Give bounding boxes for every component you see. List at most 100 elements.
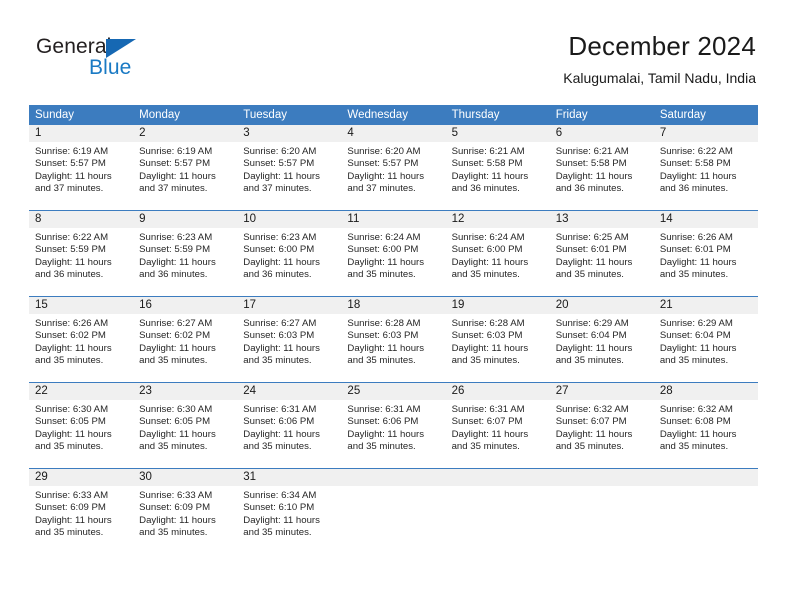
sunrise-text: Sunrise: 6:21 AM: [451, 146, 525, 157]
daylight-text: Daylight: 11 hours and 35 minutes.: [139, 514, 216, 539]
calendar-day-cell-empty: [341, 468, 446, 554]
calendar-day-cell[interactable]: 1 Sunrise: 6:19 AM Sunset: 5:57 PM Daylight…: [29, 125, 134, 211]
day-cell-details: Sunrise: 6:19 AM Sunset: 5:57 PM Daylight:…: [29, 142, 133, 196]
sunrise-text: Sunrise: 6:22 AM: [659, 146, 733, 157]
calendar-day-cell[interactable]: 23 Sunrise: 6:30 AM Sunset: 6:05 PM Dayligh…: [133, 382, 238, 469]
sunset-text: Sunset: 5:57 PM: [347, 158, 419, 170]
calendar-day-cell[interactable]: 10 Sunrise: 6:23 AM Sunset: 6:00 PM Dayligh…: [237, 210, 342, 297]
day-cell-inner: 28 Sunrise: 6:32 AM Sunset: 6:08 PM Dayligh…: [653, 383, 758, 468]
day-number: [445, 469, 550, 486]
day-cell-details: Sunrise: 6:28 AM Sunset: 6:03 PM Daylight:…: [446, 314, 550, 368]
sunset-text: Sunset: 5:59 PM: [139, 244, 211, 256]
calendar-day-cell[interactable]: 14 Sunrise: 6:26 AM Sunset: 6:01 PM Dayligh…: [653, 210, 758, 297]
sunset-text: Sunset: 6:04 PM: [555, 330, 627, 342]
day-number: 1: [29, 125, 134, 142]
day-cell-details: Sunrise: 6:31 AM Sunset: 6:07 PM Daylight:…: [446, 400, 550, 454]
daylight-text: Daylight: 11 hours and 36 minutes.: [555, 170, 633, 195]
calendar-day-cell[interactable]: 12 Sunrise: 6:24 AM Sunset: 6:00 PM Dayligh…: [445, 210, 550, 297]
day-cell-inner: 3 Sunrise: 6:20 AM Sunset: 5:57 PM Daylight…: [237, 125, 342, 210]
day-cell-details: Sunrise: 6:21 AM Sunset: 5:58 PM Daylight:…: [550, 142, 654, 196]
day-number: 10: [237, 211, 342, 228]
day-number: 4: [341, 125, 446, 142]
daylight-text: Daylight: 11 hours and 35 minutes.: [243, 514, 320, 539]
sunrise-text: Sunrise: 6:23 AM: [243, 232, 317, 243]
day-cell-inner: 16 Sunrise: 6:27 AM Sunset: 6:02 PM Dayligh…: [133, 297, 238, 382]
calendar-day-cell[interactable]: 19 Sunrise: 6:28 AM Sunset: 6:03 PM Dayligh…: [445, 296, 550, 383]
calendar-day-cell[interactable]: 17 Sunrise: 6:27 AM Sunset: 6:03 PM Dayligh…: [237, 296, 342, 383]
calendar-day-cell[interactable]: 3 Sunrise: 6:20 AM Sunset: 5:57 PM Daylight…: [237, 125, 342, 211]
sunset-text: Sunset: 6:06 PM: [243, 416, 315, 428]
day-cell-inner: 14 Sunrise: 6:26 AM Sunset: 6:01 PM Dayligh…: [653, 211, 758, 296]
day-cell-details: Sunrise: 6:27 AM Sunset: 6:02 PM Daylight:…: [133, 314, 237, 368]
calendar-day-cell[interactable]: 29 Sunrise: 6:33 AM Sunset: 6:09 PM Dayligh…: [29, 468, 134, 554]
day-cell-inner: 26 Sunrise: 6:31 AM Sunset: 6:07 PM Dayligh…: [445, 383, 550, 468]
sunset-text: Sunset: 5:57 PM: [139, 158, 211, 170]
calendar-day-cell[interactable]: 27 Sunrise: 6:32 AM Sunset: 6:07 PM Dayligh…: [549, 382, 654, 469]
sunset-text: Sunset: 6:02 PM: [35, 330, 106, 342]
logo-text-general: General: [36, 35, 112, 58]
calendar-day-cell[interactable]: 30 Sunrise: 6:33 AM Sunset: 6:09 PM Dayligh…: [133, 468, 238, 554]
calendar-day-cell[interactable]: 6 Sunrise: 6:21 AM Sunset: 5:58 PM Daylight…: [549, 125, 654, 211]
day-number: [549, 469, 654, 486]
sunset-text: Sunset: 6:03 PM: [451, 330, 523, 342]
calendar-week-row: 29 Sunrise: 6:33 AM Sunset: 6:09 PM Dayligh…: [29, 468, 758, 554]
calendar-day-cell[interactable]: 21 Sunrise: 6:29 AM Sunset: 6:04 PM Dayligh…: [653, 296, 758, 383]
day-cell-details: Sunrise: 6:28 AM Sunset: 6:03 PM Daylight:…: [341, 314, 445, 368]
calendar-day-cell[interactable]: 15 Sunrise: 6:26 AM Sunset: 6:02 PM Dayligh…: [29, 296, 134, 383]
calendar-day-cell[interactable]: 26 Sunrise: 6:31 AM Sunset: 6:07 PM Dayligh…: [445, 382, 550, 469]
day-number: 12: [445, 211, 550, 228]
calendar-day-cell[interactable]: 8 Sunrise: 6:22 AM Sunset: 5:59 PM Daylight…: [29, 210, 134, 297]
day-cell-inner: 27 Sunrise: 6:32 AM Sunset: 6:07 PM Dayligh…: [549, 383, 654, 468]
sunset-text: Sunset: 6:01 PM: [555, 244, 627, 256]
sunset-text: Sunset: 6:04 PM: [659, 330, 731, 342]
calendar-day-cell[interactable]: 4 Sunrise: 6:20 AM Sunset: 5:57 PM Daylight…: [341, 125, 446, 211]
daylight-text: Daylight: 11 hours and 35 minutes.: [347, 428, 425, 453]
calendar-day-cell[interactable]: 18 Sunrise: 6:28 AM Sunset: 6:03 PM Dayligh…: [341, 296, 446, 383]
weekday-header-saturday: Saturday: [653, 105, 758, 125]
sunrise-text: Sunrise: 6:24 AM: [347, 232, 421, 243]
calendar-day-cell[interactable]: 16 Sunrise: 6:27 AM Sunset: 6:02 PM Dayligh…: [133, 296, 238, 383]
day-cell-details: Sunrise: 6:33 AM Sunset: 6:09 PM Daylight:…: [133, 486, 237, 540]
daylight-text: Daylight: 11 hours and 35 minutes.: [243, 342, 320, 367]
calendar-day-cell[interactable]: 13 Sunrise: 6:25 AM Sunset: 6:01 PM Dayligh…: [549, 210, 654, 297]
daylight-text: Daylight: 11 hours and 35 minutes.: [139, 342, 216, 367]
daylight-text: Daylight: 11 hours and 35 minutes.: [35, 342, 112, 367]
sunrise-text: Sunrise: 6:29 AM: [555, 318, 629, 329]
day-number: 2: [133, 125, 238, 142]
sunset-text: Sunset: 5:58 PM: [451, 158, 523, 170]
day-cell-inner: 20 Sunrise: 6:29 AM Sunset: 6:04 PM Dayligh…: [549, 297, 654, 382]
calendar-day-cell[interactable]: 22 Sunrise: 6:30 AM Sunset: 6:05 PM Dayligh…: [29, 382, 134, 469]
calendar-day-cell[interactable]: 9 Sunrise: 6:23 AM Sunset: 5:59 PM Daylight…: [133, 210, 238, 297]
daylight-text: Daylight: 11 hours and 35 minutes.: [659, 342, 737, 367]
day-number: 17: [237, 297, 342, 314]
day-cell-inner: 29 Sunrise: 6:33 AM Sunset: 6:09 PM Dayligh…: [29, 469, 134, 554]
day-cell-details: Sunrise: 6:22 AM Sunset: 5:59 PM Daylight:…: [29, 228, 133, 282]
sunrise-text: Sunrise: 6:34 AM: [243, 490, 317, 501]
calendar-day-cell[interactable]: 7 Sunrise: 6:22 AM Sunset: 5:58 PM Daylight…: [653, 125, 758, 211]
calendar-day-cell[interactable]: 28 Sunrise: 6:32 AM Sunset: 6:08 PM Dayligh…: [653, 382, 758, 469]
sunrise-text: Sunrise: 6:19 AM: [139, 146, 213, 157]
daylight-text: Daylight: 11 hours and 35 minutes.: [659, 428, 737, 453]
day-cell-inner: [341, 469, 446, 554]
day-number: 6: [549, 125, 654, 142]
calendar-day-cell[interactable]: 31 Sunrise: 6:34 AM Sunset: 6:10 PM Dayligh…: [237, 468, 342, 554]
calendar-day-cell[interactable]: 2 Sunrise: 6:19 AM Sunset: 5:57 PM Daylight…: [133, 125, 238, 211]
calendar-day-cell[interactable]: 25 Sunrise: 6:31 AM Sunset: 6:06 PM Dayligh…: [341, 382, 446, 469]
sunset-text: Sunset: 6:05 PM: [139, 416, 211, 428]
day-cell-inner: 4 Sunrise: 6:20 AM Sunset: 5:57 PM Daylight…: [341, 125, 446, 210]
calendar-day-cell[interactable]: 24 Sunrise: 6:31 AM Sunset: 6:06 PM Dayligh…: [237, 382, 342, 469]
sunrise-text: Sunrise: 6:26 AM: [35, 318, 109, 329]
sunrise-text: Sunrise: 6:33 AM: [35, 490, 109, 501]
calendar-day-cell[interactable]: 20 Sunrise: 6:29 AM Sunset: 6:04 PM Dayligh…: [549, 296, 654, 383]
day-cell-inner: 22 Sunrise: 6:30 AM Sunset: 6:05 PM Dayligh…: [29, 383, 134, 468]
daylight-text: Daylight: 11 hours and 35 minutes.: [555, 342, 633, 367]
calendar-day-cell[interactable]: 5 Sunrise: 6:21 AM Sunset: 5:58 PM Daylight…: [445, 125, 550, 211]
day-cell-inner: [653, 469, 758, 554]
day-cell-inner: 18 Sunrise: 6:28 AM Sunset: 6:03 PM Dayligh…: [341, 297, 446, 382]
day-number: 28: [653, 383, 758, 400]
day-cell-details: Sunrise: 6:29 AM Sunset: 6:04 PM Daylight:…: [654, 314, 758, 368]
calendar-header-row-group: Sunday Monday Tuesday Wednesday Thursday…: [29, 105, 758, 125]
day-cell-details: Sunrise: 6:25 AM Sunset: 6:01 PM Daylight:…: [550, 228, 654, 282]
calendar-day-cell[interactable]: 11 Sunrise: 6:24 AM Sunset: 6:00 PM Dayligh…: [341, 210, 446, 297]
day-cell-details: Sunrise: 6:20 AM Sunset: 5:57 PM Daylight:…: [237, 142, 341, 196]
